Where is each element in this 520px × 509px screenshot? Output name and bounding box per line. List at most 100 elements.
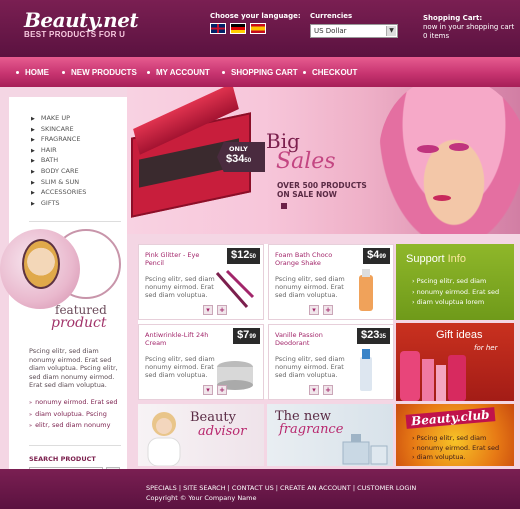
featured-link-label: nonumy eirmod. Erat sed xyxy=(35,398,118,406)
spain-flag-icon[interactable] xyxy=(250,23,266,34)
category-item[interactable]: ▶ MAKE UP xyxy=(31,113,127,124)
featured-link[interactable]: » nonumy eirmod. Erat sed xyxy=(29,397,117,409)
featured-link[interactable]: » elitr, sed diam nonumy xyxy=(29,420,117,432)
product-card[interactable]: Vanille Passion Deodorant $2335 Pscing e… xyxy=(268,324,394,400)
bullet-icon: » xyxy=(29,411,33,418)
beauty-advisor-banner[interactable]: Beauty advisor xyxy=(138,404,264,466)
product-description: Pscing elitr, sed diam nonumy eirmod. Er… xyxy=(145,275,215,299)
sale-banner[interactable]: ONLY $3450 Big Sales OVER 500 PRODUCTS O… xyxy=(127,87,520,234)
category-item[interactable]: ▶ SKINCARE xyxy=(31,124,127,135)
nav-new-products[interactable]: NEW PRODUCTS xyxy=(62,68,137,77)
product-card[interactable]: Antiwrinkle-Lift 24h Cream $799 Pscing e… xyxy=(138,324,264,400)
deodorant-image xyxy=(360,349,372,391)
logo-subtitle: BEST PRODUCTS FOR U xyxy=(24,30,126,39)
featured-link[interactable]: » diam voluptua. Pscing xyxy=(29,409,117,421)
banner-over-line1: OVER 500 PRODUCTS xyxy=(277,181,367,190)
category-item[interactable]: ▶ SLIM & SUN xyxy=(31,177,127,188)
arrow-down-icon[interactable]: ▾ xyxy=(203,305,213,315)
bullet-icon xyxy=(303,71,306,75)
model-photo xyxy=(379,87,520,234)
perfume-bottle-image xyxy=(342,434,388,465)
category-label: SLIM & SUN xyxy=(40,177,80,186)
product-name[interactable]: Antiwrinkle-Lift 24h Cream xyxy=(145,331,213,347)
support-link[interactable]: › nonumy eirmod. Erat sed xyxy=(412,287,499,298)
bath-foam-bottle-image xyxy=(359,269,373,311)
nav-home[interactable]: HOME xyxy=(16,68,49,77)
nav-shopping-cart-label: SHOPPING CART xyxy=(231,68,298,77)
club-link[interactable]: › Pscing elitr, sed diam xyxy=(412,434,499,444)
germany-flag-icon[interactable] xyxy=(230,23,246,34)
product-price: $799 xyxy=(233,328,260,344)
banner-over-line2: ON SALE NOW xyxy=(277,190,337,199)
support-link[interactable]: › diam voluptua lorem xyxy=(412,297,499,308)
add-to-cart-button[interactable]: + xyxy=(217,305,227,315)
product-name[interactable]: Pink Glitter - Eye Pencil xyxy=(145,251,213,267)
product-card[interactable]: Pink Glitter - Eye Pencil $1250 Pscing e… xyxy=(138,244,264,320)
support-links: › Pscing elitr, sed diam › nonumy eirmod… xyxy=(412,276,499,308)
language-selector: Choose your language: xyxy=(210,12,301,34)
arrow-right-icon: ▶ xyxy=(31,200,35,207)
product-description: Pscing elitr, sed diam nonumy eirmod. Er… xyxy=(275,355,345,379)
arrow-right-icon[interactable] xyxy=(281,203,287,209)
bullet-icon: » xyxy=(29,400,33,406)
product-price-cents: 50 xyxy=(249,254,256,260)
nav-my-account[interactable]: MY ACCOUNT xyxy=(147,68,210,77)
category-label: FRAGRANCE xyxy=(40,135,81,144)
product-name[interactable]: Vanille Passion Deodorant xyxy=(275,331,343,347)
currency-dropdown[interactable]: US Dollar ▼ xyxy=(310,24,398,38)
arrow-down-icon[interactable]: ▾ xyxy=(309,305,319,315)
club-link[interactable]: › diam voluptua. xyxy=(412,453,499,463)
cart-items-count: 0 items xyxy=(423,32,450,40)
footer-copyright: Copyright © Your Company Name xyxy=(146,494,257,502)
category-item[interactable]: ▶ FRAGRANCE xyxy=(31,134,127,145)
bullet-icon xyxy=(222,71,225,75)
category-label: ACCESSORIES xyxy=(40,188,87,197)
bullet-icon xyxy=(16,71,19,75)
nav-new-products-label: NEW PRODUCTS xyxy=(71,68,137,77)
currency-selector: Currencies US Dollar ▼ xyxy=(310,12,398,38)
support-link[interactable]: › Pscing elitr, sed diam xyxy=(412,276,499,287)
sidebar: ▶ MAKE UP ▶ SKINCARE ▶ FRAGRANCE ▶ HAIR ▶ BAT… xyxy=(0,97,127,499)
logo[interactable]: Beauty.net BEST PRODUCTS FOR U xyxy=(24,8,139,39)
product-price: $2335 xyxy=(356,328,390,344)
product-name[interactable]: Foam Bath Choco Orange Shake xyxy=(275,251,343,267)
arrow-right-icon: ▶ xyxy=(31,137,35,144)
arrow-down-icon[interactable]: ▾ xyxy=(309,385,319,395)
add-to-cart-button[interactable]: + xyxy=(323,305,333,315)
beauty-club-box[interactable]: Beauty.club › Pscing elitr, sed diam › n… xyxy=(396,404,514,466)
club-links: › Pscing elitr, sed diam › nonumy eirmod… xyxy=(412,434,499,463)
cart-title: Shopping Cart: xyxy=(423,14,483,22)
gift-ideas-box[interactable]: Gift ideas for her xyxy=(396,323,514,401)
only-price-cents: 50 xyxy=(244,158,252,164)
category-item[interactable]: ▶ GIFTS xyxy=(31,198,127,209)
header: Beauty.net BEST PRODUCTS FOR U Choose yo… xyxy=(0,0,520,57)
arrow-right-icon: ▶ xyxy=(31,116,35,122)
nav-shopping-cart[interactable]: SHOPPING CART xyxy=(222,68,298,77)
product-card[interactable]: Foam Bath Choco Orange Shake $499 Pscing… xyxy=(268,244,394,320)
footer-links[interactable]: SPECIALS | SITE SEARCH | CONTACT US | CR… xyxy=(146,484,416,492)
category-item[interactable]: ▶ ACCESSORIES xyxy=(31,187,127,198)
bullet-icon xyxy=(62,71,65,75)
currency-value: US Dollar xyxy=(314,27,347,35)
chevron-down-icon[interactable]: ▼ xyxy=(386,26,396,36)
support-link-label: diam voluptua lorem xyxy=(416,298,485,306)
featured-links: » nonumy eirmod. Erat sed » diam voluptua.… xyxy=(29,397,117,432)
nav-checkout[interactable]: CHECKOUT xyxy=(303,68,357,77)
category-item[interactable]: ▶ BODY CARE xyxy=(31,166,127,177)
support-info-box[interactable]: Support Info › Pscing elitr, sed diam › … xyxy=(396,244,514,320)
arrow-right-icon: ▶ xyxy=(31,158,35,165)
featured-product-image[interactable] xyxy=(0,229,80,309)
banner-over-text: OVER 500 PRODUCTS ON SALE NOW xyxy=(277,181,367,199)
model-eye xyxy=(449,143,469,151)
arrow-down-icon[interactable]: ▾ xyxy=(203,385,213,395)
add-to-cart-button[interactable]: + xyxy=(323,385,333,395)
club-link[interactable]: › nonumy eirmod. Erat sed xyxy=(412,444,499,454)
club-link-label: nonumy eirmod. Erat sed xyxy=(416,443,500,452)
shopping-cart-summary[interactable]: Shopping Cart: now in your shopping cart… xyxy=(423,14,514,41)
category-item[interactable]: ▶ HAIR xyxy=(31,145,127,156)
category-label: SKINCARE xyxy=(40,124,74,133)
new-fragrance-banner[interactable]: The new fragrance xyxy=(267,404,393,466)
add-to-cart-button[interactable]: + xyxy=(217,385,227,395)
uk-flag-icon[interactable] xyxy=(210,23,226,34)
category-item[interactable]: ▶ BATH xyxy=(31,155,127,166)
